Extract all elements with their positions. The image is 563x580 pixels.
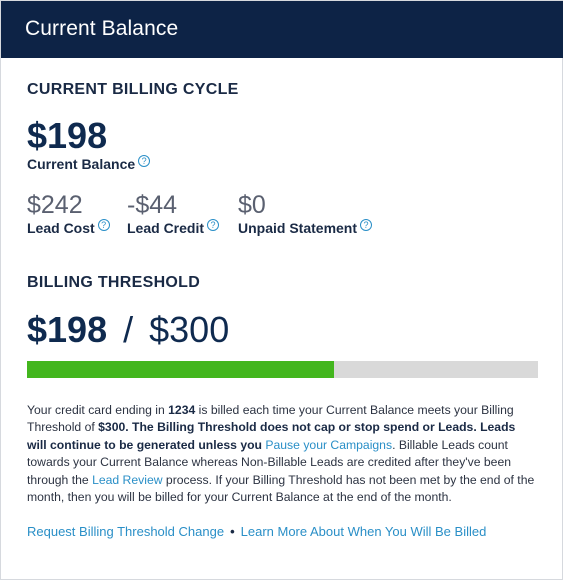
link-separator: • bbox=[230, 524, 235, 539]
lead-review-link[interactable]: Lead Review bbox=[92, 473, 162, 487]
lead-credit-value: -$44 bbox=[127, 191, 178, 219]
threshold-separator: / bbox=[123, 309, 134, 350]
help-icon[interactable]: ? bbox=[360, 219, 373, 231]
billing-description: Your credit card ending in 1234 is bille… bbox=[27, 402, 538, 506]
lead-cost-value: $242 bbox=[27, 191, 83, 219]
current-balance-label-text: Current Balance bbox=[27, 156, 136, 172]
current-balance-value: $198 bbox=[27, 115, 108, 156]
learn-more-billing-link[interactable]: Learn More About When You Will Be Billed bbox=[241, 524, 487, 539]
billing-cycle-title: CURRENT BILLING CYCLE bbox=[27, 81, 239, 98]
help-icon[interactable]: ? bbox=[97, 219, 110, 231]
footer-links: Request Billing Threshold Change • Learn M… bbox=[27, 524, 486, 539]
pause-campaigns-link[interactable]: Pause your Campaigns bbox=[265, 438, 392, 452]
threshold-amounts: $198 / $300 bbox=[27, 309, 229, 351]
card-header: Current Balance bbox=[1, 1, 563, 58]
lead-credit-label-text: Lead Credit bbox=[127, 220, 205, 236]
request-threshold-change-link[interactable]: Request Billing Threshold Change bbox=[27, 524, 224, 539]
description-text: Your credit card ending in bbox=[27, 403, 169, 417]
lead-cost-label: Lead Cost ? bbox=[27, 219, 110, 236]
threshold-amount: $300 bbox=[98, 420, 126, 435]
lead-credit-label: Lead Credit ? bbox=[127, 219, 220, 236]
threshold-progress-fill bbox=[27, 361, 334, 378]
unpaid-statement-value: $0 bbox=[238, 191, 266, 219]
unpaid-statement-label: Unpaid Statement ? bbox=[238, 219, 373, 236]
unpaid-statement-label-text: Unpaid Statement bbox=[238, 220, 358, 236]
current-balance-label: Current Balance ? bbox=[27, 155, 151, 172]
help-icon[interactable]: ? bbox=[138, 155, 151, 167]
billing-threshold-title: BILLING THRESHOLD bbox=[27, 274, 201, 291]
help-icon[interactable]: ? bbox=[207, 219, 220, 231]
header-title: Current Balance bbox=[25, 17, 179, 40]
threshold-progress-bar bbox=[27, 361, 538, 378]
lead-cost-label-text: Lead Cost bbox=[27, 220, 95, 236]
threshold-current: $198 bbox=[27, 309, 108, 350]
threshold-max: $300 bbox=[149, 309, 230, 350]
current-balance-card: Current Balance CURRENT BILLING CYCLE $1… bbox=[0, 0, 563, 580]
card-last4: 1234 bbox=[168, 403, 196, 417]
